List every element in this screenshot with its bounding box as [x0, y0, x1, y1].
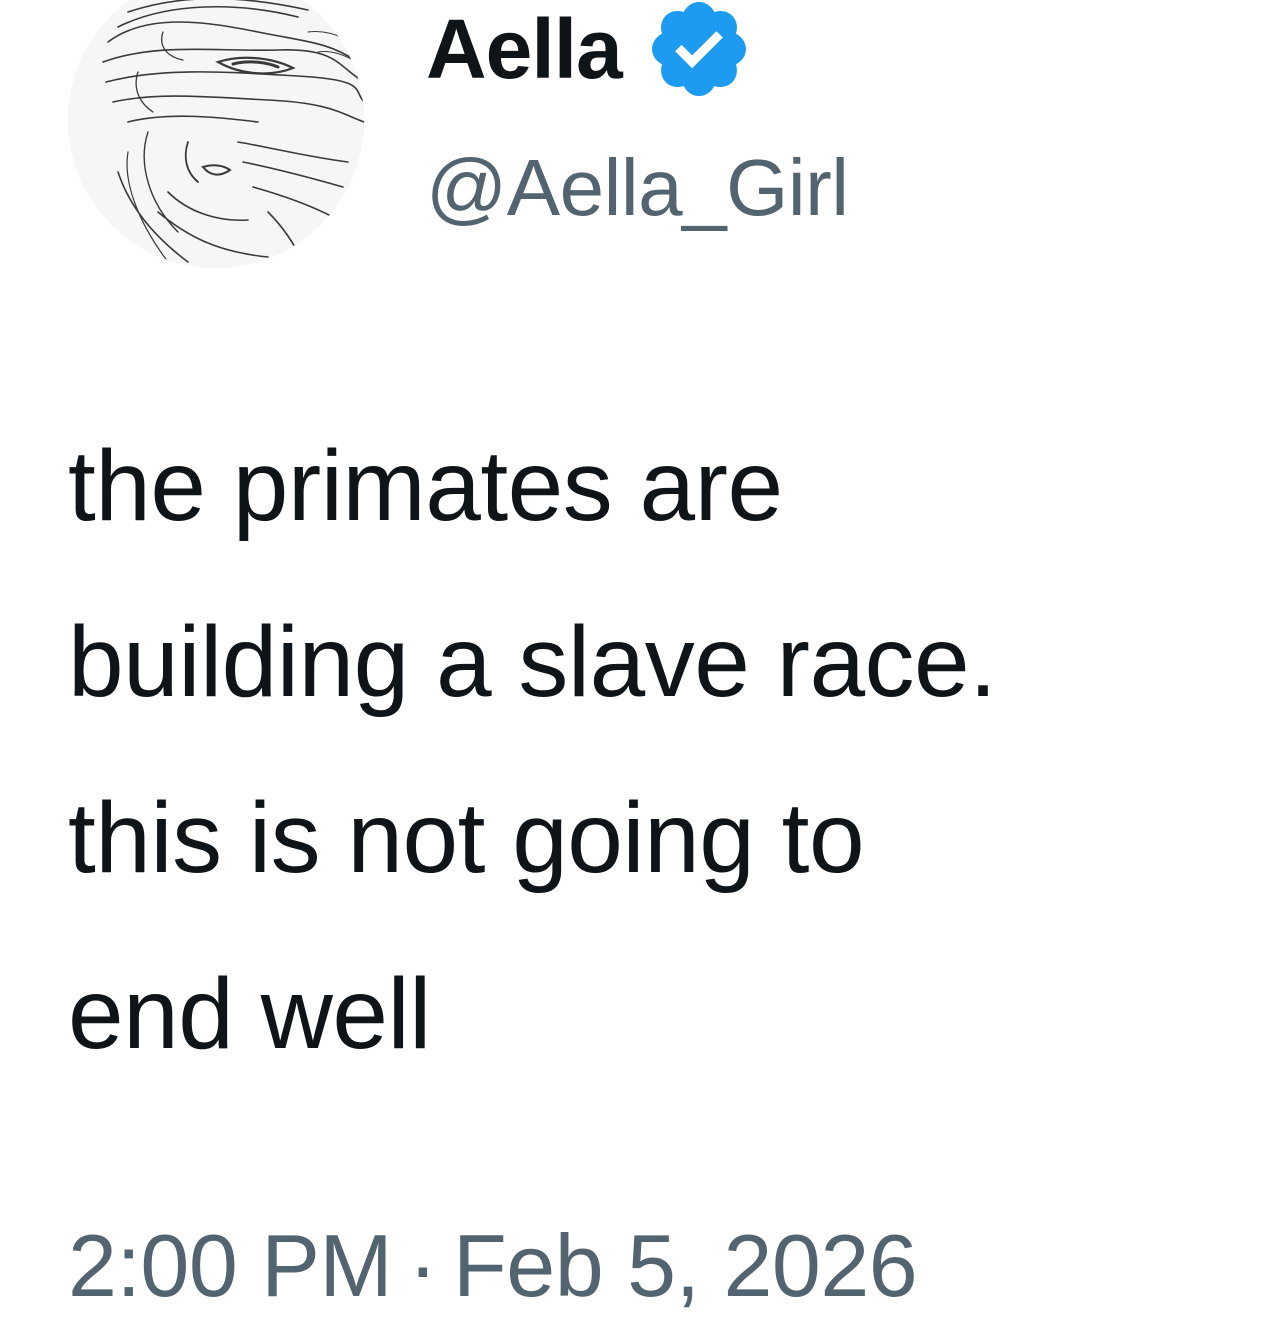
- user-handle[interactable]: @Aella_Girl: [426, 148, 849, 228]
- avatar-sketch-image: [68, 0, 364, 268]
- author-name-row[interactable]: Aella: [426, 0, 754, 104]
- tweet-line: building a slave race.: [68, 606, 997, 718]
- tweet-line: this is not going to: [68, 782, 865, 894]
- timestamp-separator: ·: [408, 1216, 438, 1315]
- tweet-line: the primates are: [68, 430, 783, 542]
- tweet-line: end well: [68, 958, 431, 1070]
- tweet-text: the primates are building a slave race. …: [68, 398, 1258, 1102]
- display-name[interactable]: Aella: [426, 7, 623, 91]
- tweet-time[interactable]: 2:00 PM: [68, 1216, 393, 1315]
- tweet-timestamp[interactable]: 2:00 PM · Feb 5, 2026: [68, 1222, 918, 1310]
- tweet-date[interactable]: Feb 5, 2026: [453, 1216, 918, 1315]
- avatar[interactable]: [68, 0, 364, 268]
- verified-badge-icon: [651, 2, 746, 96]
